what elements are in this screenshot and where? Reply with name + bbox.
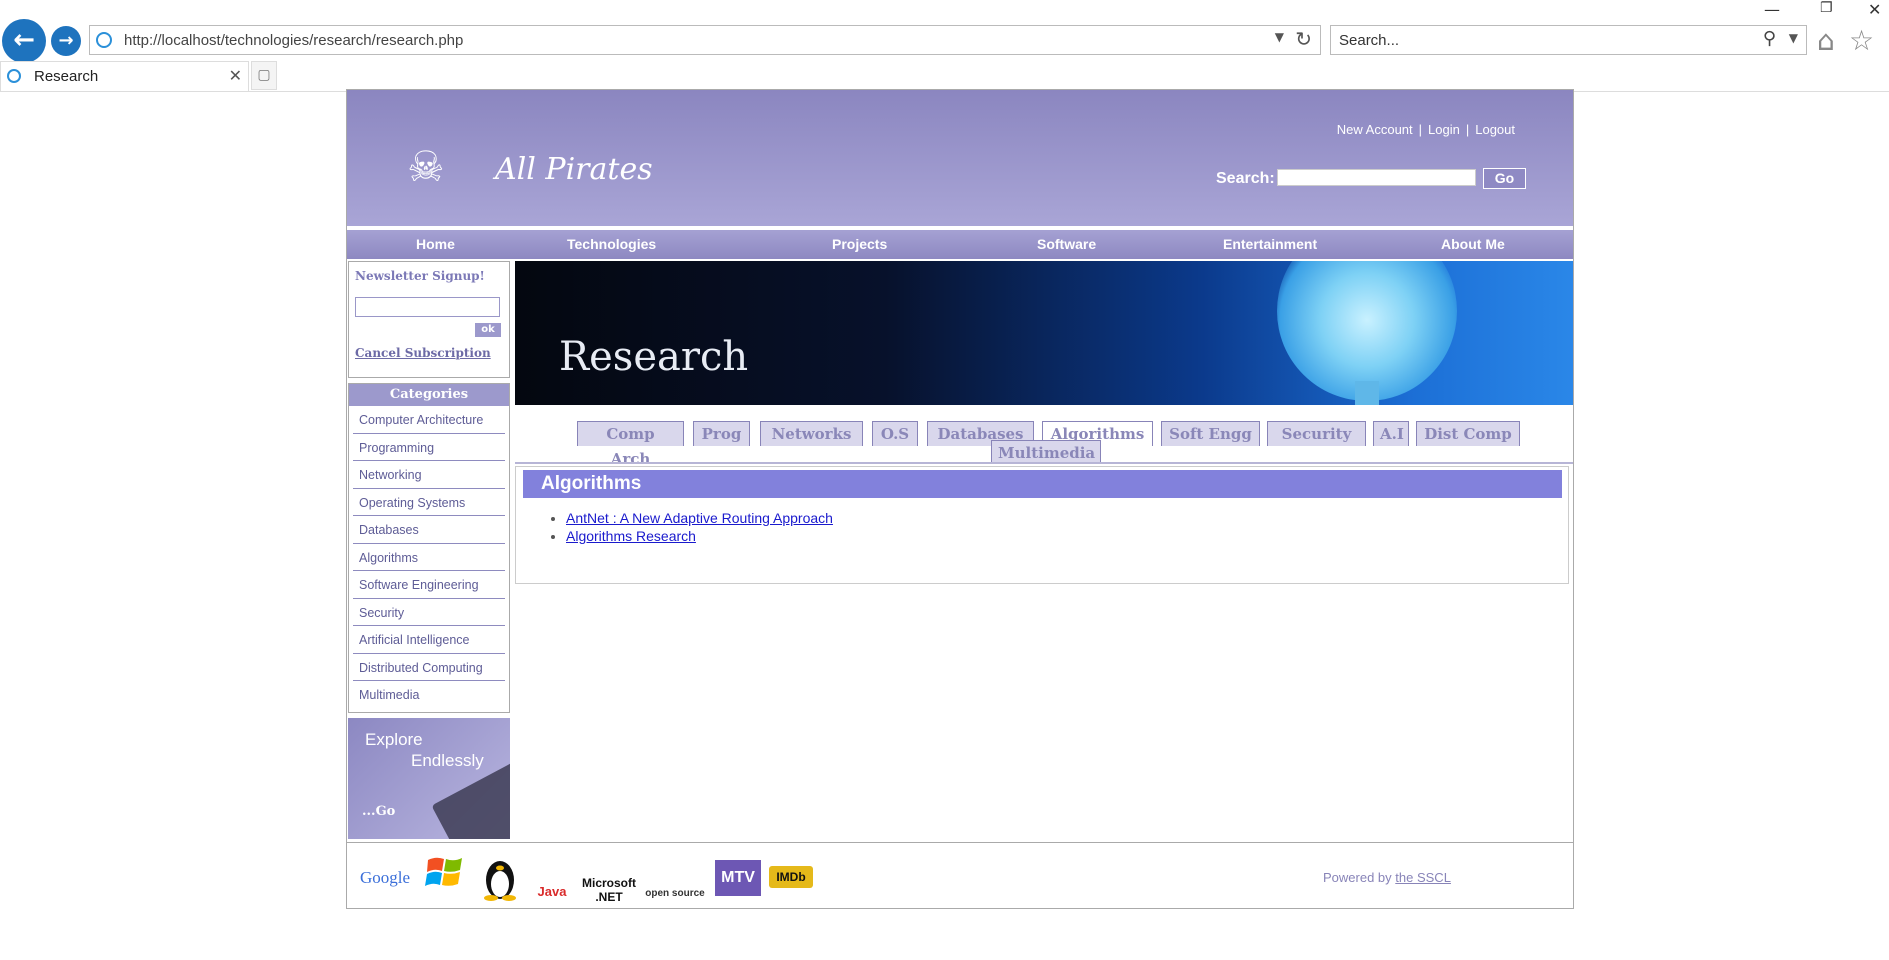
subtab-prog[interactable]: Prog	[693, 421, 750, 446]
powered-prefix: Powered by	[1323, 870, 1392, 885]
site-search-input[interactable]	[1277, 169, 1476, 186]
category-networking[interactable]: Networking	[353, 461, 505, 489]
category-artificial-intelligence[interactable]: Artificial Intelligence	[353, 626, 505, 654]
categories-panel: Categories Computer Architecture Program…	[348, 383, 510, 713]
nav-technologies[interactable]: Technologies	[567, 236, 656, 252]
windows-logo[interactable]	[423, 852, 469, 904]
address-bar[interactable]: http://localhost/technologies/research/r…	[89, 25, 1321, 55]
login-link[interactable]: Login	[1428, 122, 1460, 137]
subtab-comp-arch[interactable]: Comp Arch	[577, 421, 684, 468]
newsletter-email-input[interactable]	[355, 297, 500, 317]
favorites-star-icon[interactable]: ☆	[1849, 24, 1874, 57]
category-computer-architecture[interactable]: Computer Architecture	[353, 406, 505, 434]
algorithms-link-list: AntNet : A New Adaptive Routing Approach…	[540, 509, 833, 545]
refresh-icon[interactable]: ↻	[1295, 27, 1312, 51]
lightbulb-base	[1355, 381, 1379, 405]
explore-banner[interactable]: Explore Endlessly ...Go	[348, 718, 510, 839]
dotnet-logo[interactable]: Microsoft .NET	[581, 852, 637, 904]
windows-icon	[425, 857, 462, 886]
main-nav: Home Technologies Projects Software Ente…	[347, 228, 1573, 259]
new-account-link[interactable]: New Account	[1337, 122, 1413, 137]
java-logo[interactable]: Java	[531, 852, 573, 904]
logout-link[interactable]: Logout	[1475, 122, 1515, 137]
google-logo[interactable]: Google	[353, 852, 417, 904]
search-icon[interactable]: ⚲	[1763, 28, 1776, 49]
restore-icon[interactable]: ❐	[1820, 0, 1833, 16]
nav-software[interactable]: Software	[1037, 236, 1096, 252]
category-databases[interactable]: Databases	[353, 516, 505, 544]
site-search-label: Search:	[1216, 170, 1275, 187]
category-distributed-computing[interactable]: Distributed Computing	[353, 654, 505, 681]
explore-line1: Explore	[365, 730, 423, 749]
categories-title: Categories	[349, 384, 509, 406]
category-algorithms[interactable]: Algorithms	[353, 544, 505, 571]
explore-line2: Endlessly	[411, 751, 484, 770]
content-panel: Algorithms AntNet : A New Adaptive Routi…	[515, 466, 1569, 584]
linux-tux-logo[interactable]	[477, 852, 523, 904]
new-tab-button[interactable]: ▢	[251, 61, 277, 90]
footer-divider	[347, 842, 1573, 843]
research-banner: Research	[515, 261, 1573, 405]
browser-search-input[interactable]: Search... ⚲ ▼	[1330, 25, 1807, 55]
subtab-soft-engg[interactable]: Soft Engg	[1161, 421, 1260, 446]
nav-home[interactable]: Home	[416, 236, 455, 252]
nav-projects[interactable]: Projects	[832, 236, 887, 252]
site-container: ☠ All Pirates New Account | Login | Logout S…	[346, 89, 1574, 909]
powered-by: Powered by the SSCL	[1323, 870, 1451, 885]
nav-about-me[interactable]: About Me	[1441, 236, 1505, 252]
tab-bar: Research ✕	[0, 60, 1889, 92]
home-icon[interactable]: ⌂	[1817, 24, 1835, 57]
category-multimedia[interactable]: Multimedia	[353, 681, 505, 709]
close-tab-icon[interactable]: ✕	[229, 66, 242, 85]
account-links: New Account | Login | Logout	[1336, 122, 1515, 137]
content-heading: Algorithms	[523, 470, 1562, 498]
lightbulb-image	[1277, 261, 1457, 401]
list-item: AntNet : A New Adaptive Routing Approach	[566, 509, 833, 527]
list-item: Algorithms Research	[566, 527, 833, 545]
tux-icon	[484, 861, 516, 901]
browser-chrome: ← → http://localhost/technologies/resear…	[0, 0, 1889, 92]
mtv-logo[interactable]: MTV	[715, 860, 761, 896]
subtab-dist-comp[interactable]: Dist Comp	[1416, 421, 1520, 446]
url-text[interactable]: http://localhost/technologies/research/r…	[124, 32, 463, 49]
algorithms-research-link[interactable]: Algorithms Research	[566, 528, 696, 544]
tab-research[interactable]: Research ✕	[0, 61, 249, 91]
minimize-icon[interactable]: —	[1764, 0, 1780, 19]
back-button[interactable]: ←	[2, 19, 46, 63]
subtab-multimedia[interactable]: Multimedia	[991, 440, 1101, 464]
category-programming[interactable]: Programming	[353, 434, 505, 461]
open-source-logo[interactable]: open source	[643, 852, 707, 904]
newsletter-title: Newsletter Signup!	[355, 269, 485, 283]
category-operating-systems[interactable]: Operating Systems	[353, 489, 505, 516]
imdb-logo[interactable]: IMDb	[769, 866, 813, 888]
category-software-engineering[interactable]: Software Engineering	[353, 571, 505, 599]
browser-search-placeholder[interactable]: Search...	[1339, 32, 1399, 49]
skull-logo-icon: ☠	[407, 142, 445, 191]
nav-entertainment[interactable]: Entertainment	[1223, 236, 1317, 252]
site-logo[interactable]: All Pirates	[495, 152, 653, 187]
site-header: ☠ All Pirates New Account | Login | Logout S…	[347, 90, 1573, 226]
ie-icon	[96, 32, 112, 48]
chevron-down-icon[interactable]: ▼	[1275, 30, 1284, 44]
subtabs-divider	[515, 462, 1573, 464]
newsletter-panel: Newsletter Signup! ok Cancel Subscriptio…	[348, 261, 510, 378]
category-security[interactable]: Security	[353, 599, 505, 626]
chevron-down-icon[interactable]: ▼	[1789, 31, 1798, 45]
antnet-link[interactable]: AntNet : A New Adaptive Routing Approach	[566, 510, 833, 526]
banner-title: Research	[559, 334, 749, 380]
subtab-ai[interactable]: A.I	[1373, 421, 1409, 446]
subtab-security[interactable]: Security	[1267, 421, 1366, 446]
explore-go-link[interactable]: ...Go	[362, 804, 395, 819]
newsletter-ok-button[interactable]: ok	[475, 323, 501, 337]
forward-button[interactable]: →	[51, 26, 81, 56]
subtab-os[interactable]: O.S	[872, 421, 918, 446]
cancel-subscription-link[interactable]: Cancel Subscription	[355, 346, 491, 360]
close-icon[interactable]: ✕	[1868, 0, 1881, 19]
site-search-go-button[interactable]: Go	[1483, 168, 1526, 189]
ie-icon	[7, 69, 21, 83]
sscl-link[interactable]: the SSCL	[1395, 870, 1451, 885]
tab-title: Research	[34, 68, 99, 85]
subtab-networks[interactable]: Networks	[760, 421, 863, 446]
